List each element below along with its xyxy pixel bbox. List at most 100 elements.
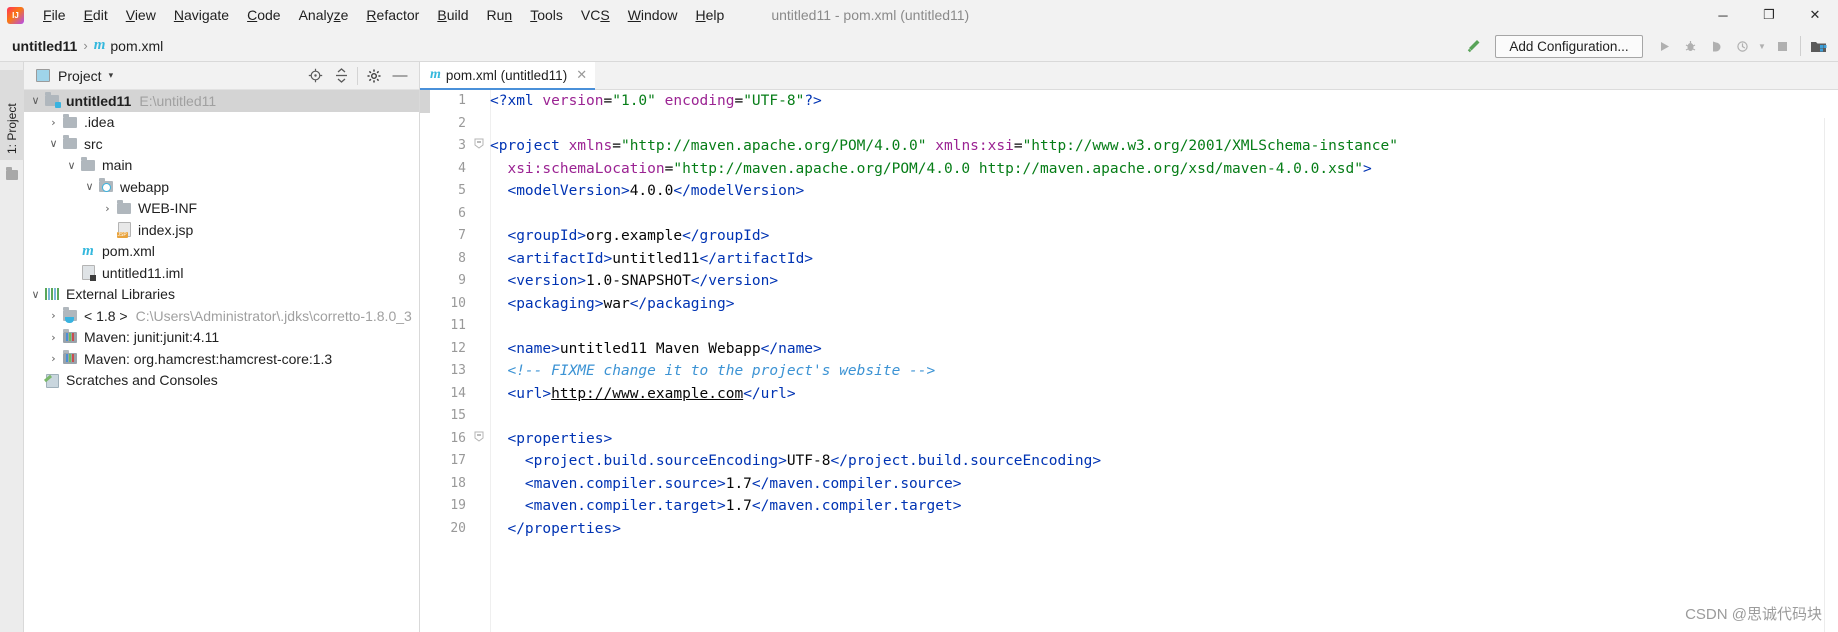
debug-icon[interactable] bbox=[1677, 33, 1703, 59]
menu-item-tools[interactable]: Tools bbox=[521, 3, 572, 27]
breadcrumb-file[interactable]: pom.xml bbox=[110, 38, 163, 54]
tree-item-untitled11-iml[interactable]: untitled11.iml bbox=[24, 262, 419, 284]
menu-item-build[interactable]: Build bbox=[428, 3, 477, 27]
code-line[interactable]: 15 bbox=[420, 405, 1838, 428]
tree-item-maven-junit-junit-4-11[interactable]: › Maven: junit:junit:4.11 bbox=[24, 327, 419, 349]
project-tree[interactable]: ∨ untitled11 E:\untitled11 › .idea ∨ src ∨ main ∨… bbox=[24, 90, 419, 391]
tree-item-untitled11[interactable]: ∨ untitled11 E:\untitled11 bbox=[24, 90, 419, 112]
code-line[interactable]: 12 <name>untitled11 Maven Webapp</name> bbox=[420, 338, 1838, 361]
tool-window-button-project[interactable]: 1: Project bbox=[0, 70, 24, 160]
stop-icon[interactable] bbox=[1769, 33, 1795, 59]
window-layout-icon[interactable] bbox=[1806, 33, 1832, 59]
close-button[interactable]: ✕ bbox=[1792, 0, 1838, 30]
code-text: <?xml version="1.0" encoding="UTF-8"?> bbox=[490, 93, 822, 109]
code-line[interactable]: 6 bbox=[420, 203, 1838, 226]
tree-item-web-inf[interactable]: › WEB-INF bbox=[24, 198, 419, 220]
editor-tab-bar: m pom.xml (untitled11) ✕ bbox=[420, 62, 1838, 90]
tree-item-index-jsp[interactable]: index.jsp bbox=[24, 219, 419, 241]
code-line[interactable]: 5 <modelVersion>4.0.0</modelVersion> bbox=[420, 180, 1838, 203]
locate-icon[interactable] bbox=[302, 64, 328, 88]
code-line[interactable]: 16 <properties> bbox=[420, 428, 1838, 451]
breadcrumb-project[interactable]: untitled11 bbox=[12, 38, 77, 54]
tree-item-label: webapp bbox=[120, 178, 170, 195]
code-text: <maven.compiler.source>1.7</maven.compil… bbox=[524, 475, 962, 492]
code-line[interactable]: 3 <project xmlns="http://maven.apache.org… bbox=[420, 135, 1838, 158]
window-controls: ─ ❐ ✕ bbox=[1700, 0, 1838, 30]
menu-item-navigate[interactable]: Navigate bbox=[165, 3, 238, 27]
main-menu-bar[interactable]: File Edit View Navigate Code Analyze Refactor B… bbox=[34, 0, 733, 30]
code-line[interactable]: 14 <url>http://www.example.com</url> bbox=[420, 383, 1838, 406]
chevron-down-icon[interactable]: ∨ bbox=[28, 288, 43, 301]
iml-file-icon bbox=[79, 265, 97, 282]
tree-item-src[interactable]: ∨ src bbox=[24, 133, 419, 155]
code-fold-icon[interactable] bbox=[468, 135, 490, 158]
add-configuration-button[interactable]: Add Configuration... bbox=[1495, 34, 1643, 58]
code-line[interactable]: 18 <maven.compiler.source>1.7</maven.com… bbox=[420, 473, 1838, 496]
editor-scrollbar[interactable] bbox=[1824, 118, 1838, 632]
tree-item-webapp[interactable]: ∨ webapp bbox=[24, 176, 419, 198]
tree-item-pom-xml[interactable]: m pom.xml bbox=[24, 241, 419, 263]
chevron-right-icon[interactable]: › bbox=[46, 309, 61, 322]
chevron-right-icon[interactable]: › bbox=[46, 116, 61, 129]
project-panel-title[interactable]: Project bbox=[58, 68, 102, 84]
run-with-coverage-icon[interactable] bbox=[1703, 33, 1729, 59]
tree-item-label: src bbox=[84, 135, 103, 152]
close-icon[interactable]: ✕ bbox=[576, 67, 587, 83]
menu-item-run[interactable]: Run bbox=[478, 3, 522, 27]
chevron-down-icon[interactable]: ∨ bbox=[46, 137, 61, 150]
code-line[interactable]: 20 </properties> bbox=[420, 518, 1838, 541]
menu-item-vcs[interactable]: VCS bbox=[572, 3, 619, 27]
chevron-down-icon[interactable]: ∨ bbox=[64, 159, 79, 172]
collapse-all-icon[interactable] bbox=[328, 64, 354, 88]
panel-divider bbox=[357, 66, 358, 85]
breadcrumb[interactable]: untitled11 › m pom.xml bbox=[12, 37, 163, 54]
code-line[interactable]: 8 <artifactId>untitled11</artifactId> bbox=[420, 248, 1838, 271]
maximize-button[interactable]: ❐ bbox=[1746, 0, 1792, 30]
code-line[interactable]: 11 bbox=[420, 315, 1838, 338]
tree-item-main[interactable]: ∨ main bbox=[24, 155, 419, 177]
profiler-icon[interactable] bbox=[1729, 33, 1755, 59]
code-line[interactable]: 2 bbox=[420, 113, 1838, 136]
menu-item-view[interactable]: View bbox=[117, 3, 165, 27]
hammer-icon[interactable] bbox=[1461, 33, 1487, 59]
tree-item-scratches-and-consoles[interactable]: Scratches and Consoles bbox=[24, 370, 419, 392]
code-line[interactable]: 4 xsi:schemaLocation="http://maven.apach… bbox=[420, 158, 1838, 181]
menu-item-code[interactable]: Code bbox=[238, 3, 289, 27]
run-icon[interactable] bbox=[1651, 33, 1677, 59]
chevron-right-icon[interactable]: › bbox=[46, 331, 61, 344]
settings-gear-icon[interactable] bbox=[361, 64, 387, 88]
menu-item-window[interactable]: Window bbox=[619, 3, 687, 27]
menu-item-refactor[interactable]: Refactor bbox=[357, 3, 428, 27]
code-text: <url>http://www.example.com</url> bbox=[507, 385, 796, 402]
chevron-down-icon[interactable]: ∨ bbox=[82, 180, 97, 193]
line-number: 4 bbox=[458, 160, 466, 176]
project-tool-window: Project ▾ — ∨ untitled11 E:\untitled11 ›… bbox=[24, 62, 420, 632]
code-line[interactable]: 19 <maven.compiler.target>1.7</maven.com… bbox=[420, 495, 1838, 518]
editor-tab-pom-xml[interactable]: m pom.xml (untitled11) ✕ bbox=[420, 62, 596, 90]
tree-item-label: Scratches and Consoles bbox=[66, 372, 218, 389]
tree-item-external-libraries[interactable]: ∨ External Libraries bbox=[24, 284, 419, 306]
chevron-right-icon[interactable]: › bbox=[100, 202, 115, 215]
code-editor[interactable]: 1 <?xml version="1.0" encoding="UTF-8"?> 2… bbox=[420, 90, 1838, 632]
code-line[interactable]: 13 <!-- FIXME change it to the project's… bbox=[420, 360, 1838, 383]
code-line[interactable]: 7 <groupId>org.example</groupId> bbox=[420, 225, 1838, 248]
tree-item-idea[interactable]: › .idea bbox=[24, 112, 419, 134]
chevron-right-icon[interactable]: › bbox=[46, 352, 61, 365]
menu-item-help[interactable]: Help bbox=[687, 3, 734, 27]
caret-down-icon[interactable]: ▼ bbox=[1755, 33, 1769, 59]
menu-item-edit[interactable]: Edit bbox=[75, 3, 117, 27]
menu-item-analyze[interactable]: Analyze bbox=[290, 3, 358, 27]
tree-item-1-8[interactable]: › < 1.8 > C:\Users\Administrator\.jdks\cor… bbox=[24, 305, 419, 327]
hide-panel-icon[interactable]: — bbox=[387, 64, 413, 88]
maven-library-icon bbox=[61, 328, 79, 343]
code-fold-icon[interactable] bbox=[468, 428, 490, 451]
code-line[interactable]: 10 <packaging>war</packaging> bbox=[420, 293, 1838, 316]
code-line[interactable]: 17 <project.build.sourceEncoding>UTF-8</… bbox=[420, 450, 1838, 473]
tree-item-maven-org-hamcrest-hamcrest-core-1-3[interactable]: › Maven: org.hamcrest:hamcrest-core:1.3 bbox=[24, 348, 419, 370]
chevron-down-icon[interactable]: ∨ bbox=[28, 94, 43, 107]
menu-item-file[interactable]: File bbox=[34, 3, 75, 27]
code-line[interactable]: 9 <version>1.0-SNAPSHOT</version> bbox=[420, 270, 1838, 293]
chevron-down-icon[interactable]: ▾ bbox=[109, 70, 114, 81]
minimize-button[interactable]: ─ bbox=[1700, 0, 1746, 30]
code-line[interactable]: 1 <?xml version="1.0" encoding="UTF-8"?> bbox=[420, 90, 1838, 113]
